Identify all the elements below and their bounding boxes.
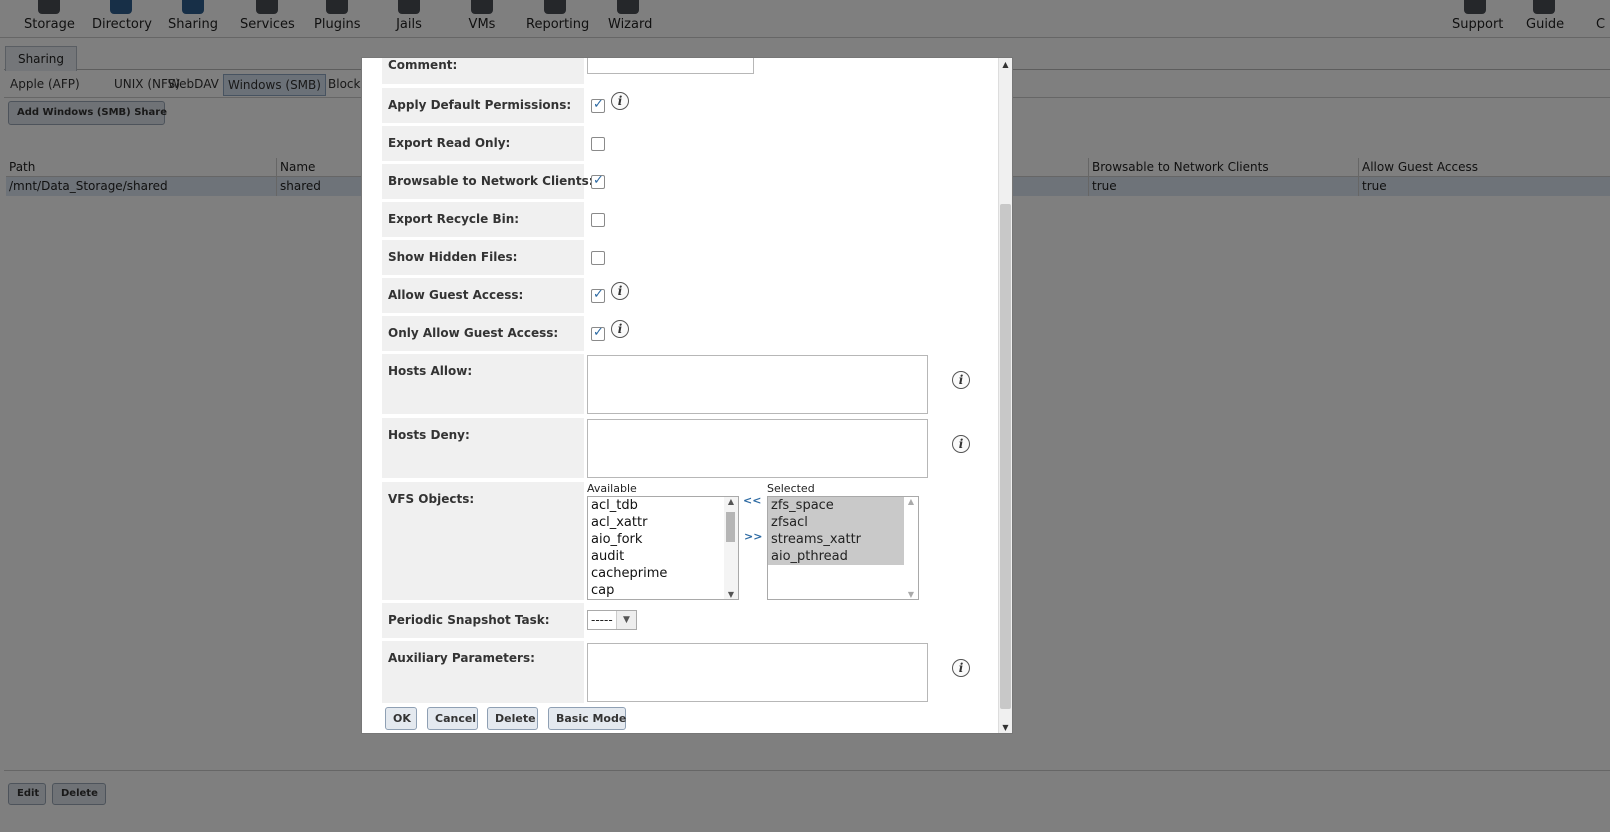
available-list-scrollbar[interactable]: ▲ ▼ — [724, 497, 738, 599]
scroll-down-icon[interactable]: ▼ — [904, 590, 918, 599]
list-item[interactable]: aio_fork — [588, 531, 738, 548]
row-browsable: Browsable to Network Clients: — [382, 164, 982, 199]
ok-button[interactable]: OK — [385, 707, 417, 730]
label-comment: Comment: — [382, 58, 584, 84]
row-vfs-objects: VFS Objects: Available Selected acl_tdb … — [382, 482, 982, 600]
hosts-deny-textarea[interactable] — [587, 419, 928, 478]
vfs-available-list[interactable]: acl_tdb acl_xattr aio_fork audit cachepr… — [587, 496, 739, 600]
show-hidden-files-checkbox[interactable] — [591, 251, 605, 265]
scroll-thumb[interactable] — [1000, 204, 1011, 709]
row-export-recycle-bin: Export Recycle Bin: — [382, 202, 982, 237]
edit-smb-share-dialog: Comment: Apply Default Permissions: i Ex… — [361, 57, 1013, 734]
selected-list-scrollbar[interactable]: ▲ ▼ — [904, 497, 918, 599]
list-item[interactable]: streams_xattr — [768, 531, 904, 548]
list-item[interactable]: acl_tdb — [588, 497, 738, 514]
scroll-up-icon[interactable]: ▲ — [904, 497, 918, 506]
list-item[interactable]: acl_xattr — [588, 514, 738, 531]
row-show-hidden-files: Show Hidden Files: — [382, 240, 982, 275]
cancel-button[interactable]: Cancel — [427, 707, 478, 730]
row-apply-default-permissions: Apply Default Permissions: i — [382, 88, 982, 123]
scroll-down-icon[interactable]: ▼ — [999, 721, 1012, 733]
row-allow-guest-access: Allow Guest Access: i — [382, 278, 982, 313]
available-caption: Available — [587, 482, 637, 495]
scroll-up-icon[interactable]: ▲ — [724, 497, 738, 506]
row-hosts-deny: Hosts Deny: i — [382, 418, 982, 478]
list-item[interactable]: zfs_space — [768, 497, 904, 514]
row-export-read-only: Export Read Only: — [382, 126, 982, 161]
row-comment: Comment: — [382, 58, 982, 84]
row-only-allow-guest-access: Only Allow Guest Access: i — [382, 316, 982, 351]
move-left-button[interactable]: << — [743, 494, 761, 507]
scroll-thumb[interactable] — [726, 512, 735, 542]
label-allow-guest-access: Allow Guest Access: — [382, 278, 584, 313]
list-item[interactable]: audit — [588, 548, 738, 565]
info-icon[interactable]: i — [611, 320, 629, 338]
info-icon[interactable]: i — [952, 371, 970, 389]
only-allow-guest-access-checkbox[interactable] — [591, 325, 605, 341]
list-item[interactable]: cap — [588, 582, 738, 599]
list-item[interactable]: cacheprime — [588, 565, 738, 582]
delete-button[interactable]: Delete — [487, 707, 538, 730]
label-vfs-objects: VFS Objects: — [382, 482, 584, 600]
row-periodic-snapshot-task: Periodic Snapshot Task: ----- ▼ — [382, 603, 982, 638]
scroll-up-icon[interactable]: ▲ — [999, 58, 1012, 72]
list-item[interactable]: aio_pthread — [768, 548, 904, 565]
label-show-hidden-files: Show Hidden Files: — [382, 240, 584, 275]
scroll-down-icon[interactable]: ▼ — [724, 590, 738, 599]
browsable-checkbox[interactable] — [591, 173, 605, 189]
periodic-snapshot-task-select[interactable]: ----- ▼ — [587, 610, 637, 630]
label-hosts-allow: Hosts Allow: — [382, 354, 584, 414]
basic-mode-button[interactable]: Basic Mode — [548, 707, 626, 730]
info-icon[interactable]: i — [952, 659, 970, 677]
list-item[interactable]: zfsacl — [768, 514, 904, 531]
label-periodic-snapshot-task: Periodic Snapshot Task: — [382, 603, 584, 638]
label-hosts-deny: Hosts Deny: — [382, 418, 584, 478]
info-icon[interactable]: i — [952, 435, 970, 453]
label-browsable: Browsable to Network Clients: — [382, 164, 594, 199]
apply-default-permissions-checkbox[interactable] — [591, 97, 605, 113]
info-icon[interactable]: i — [611, 92, 629, 110]
select-value: ----- — [591, 613, 613, 627]
chevron-down-icon[interactable]: ▼ — [616, 611, 636, 629]
hosts-allow-textarea[interactable] — [587, 355, 928, 414]
label-export-recycle-bin: Export Recycle Bin: — [382, 202, 584, 237]
auxiliary-parameters-textarea[interactable] — [587, 643, 928, 702]
label-auxiliary-parameters: Auxiliary Parameters: — [382, 641, 584, 703]
row-auxiliary-parameters: Auxiliary Parameters: i — [382, 641, 982, 703]
label-apply-default-permissions: Apply Default Permissions: — [382, 88, 584, 123]
comment-input[interactable] — [587, 58, 754, 74]
vfs-selected-list[interactable]: zfs_space zfsacl streams_xattr aio_pthre… — [767, 496, 919, 600]
move-right-button[interactable]: >> — [744, 530, 762, 543]
label-export-read-only: Export Read Only: — [382, 126, 584, 161]
label-only-allow-guest-access: Only Allow Guest Access: — [382, 316, 584, 351]
dialog-scrollbar[interactable]: ▲ ▼ — [998, 58, 1012, 733]
export-read-only-checkbox[interactable] — [591, 137, 605, 151]
allow-guest-access-checkbox[interactable] — [591, 287, 605, 303]
selected-caption: Selected — [767, 482, 815, 495]
export-recycle-bin-checkbox[interactable] — [591, 213, 605, 227]
info-icon[interactable]: i — [611, 282, 629, 300]
row-hosts-allow: Hosts Allow: i — [382, 354, 982, 414]
